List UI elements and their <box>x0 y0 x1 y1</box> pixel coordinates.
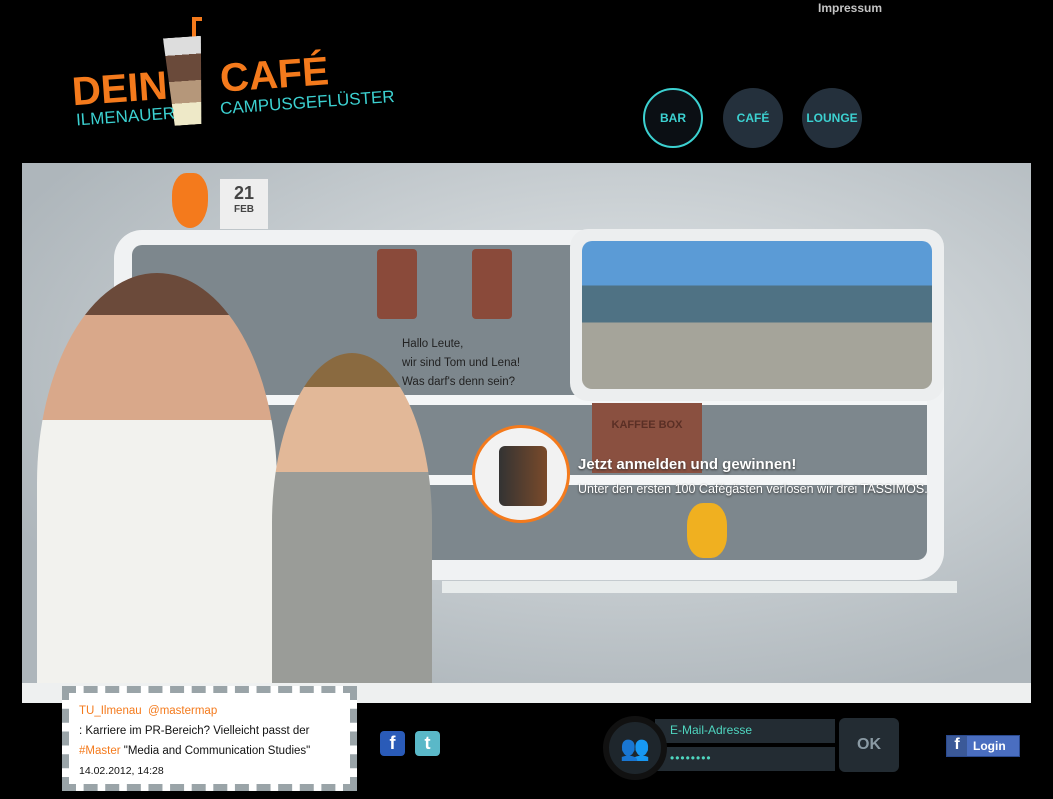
ok-button[interactable]: OK <box>839 718 899 772</box>
coffee-machine-icon <box>499 446 547 506</box>
speaker-icon <box>377 249 417 319</box>
calendar: 21 FEB <box>220 179 268 229</box>
tweet-text: "Media and Communication Studies" <box>120 745 311 757</box>
nav-bar[interactable]: BAR <box>643 88 703 148</box>
tassimo-promo-image[interactable] <box>472 425 570 523</box>
tweet-user[interactable]: TU_Ilmenau <box>79 705 142 717</box>
logo[interactable]: DEIN CAFÉ ILMENAUER CAMPUSGEFLÜSTER <box>70 15 395 130</box>
lucky-cat-icon <box>687 503 727 558</box>
facebook-login-label: Login <box>973 739 1006 753</box>
speech-text: Hallo Leute, wir sind Tom und Lena! Was … <box>402 335 520 392</box>
cactus-pot-icon <box>172 173 208 228</box>
person-lena <box>272 353 432 683</box>
email-input[interactable]: E-Mail-Adresse <box>655 719 835 743</box>
tweet-mention[interactable]: @mastermap <box>148 705 217 717</box>
campus-photo[interactable] <box>570 229 944 401</box>
cafe-scene: 21 FEB Hallo Leute, wir sind Tom und Len… <box>22 163 1031 683</box>
counter-plank <box>442 581 957 593</box>
person-tom <box>37 273 277 683</box>
promo-subtitle: Unter den ersten 100 Cafégästen verlosen… <box>578 482 928 496</box>
speech-line: wir sind Tom und Lena! <box>402 357 521 369</box>
speech-line: Hallo Leute, <box>402 338 464 350</box>
tweet-card: TU_Ilmenau @mastermap : Karriere im PR-B… <box>62 686 357 791</box>
user-icon: 👥 <box>603 716 667 780</box>
calendar-day: 21 <box>233 183 255 203</box>
nav-lounge[interactable]: LOUNGE <box>802 88 862 148</box>
promo-title: Jetzt anmelden und gewinnen! <box>578 456 797 473</box>
login-form: E-Mail-Adresse •••••••• 👥 OK <box>603 716 899 780</box>
tweet-text: : Karriere im PR-Bereich? Vielleicht pas… <box>79 725 310 737</box>
nav-cafe[interactable]: CAFÉ <box>723 88 783 148</box>
speech-line: Was darf's denn sein? <box>402 376 515 388</box>
speaker-icon <box>472 249 512 319</box>
password-input[interactable]: •••••••• <box>655 747 835 771</box>
impressum-link[interactable]: Impressum <box>818 1 882 15</box>
facebook-icon: f <box>947 736 967 756</box>
tweet-hashtag[interactable]: #Master <box>79 745 121 757</box>
twitter-icon[interactable]: t <box>415 731 440 756</box>
tweet-date: 14.02.2012, 14:28 <box>79 765 164 777</box>
facebook-icon[interactable]: f <box>380 731 405 756</box>
calendar-month: FEB <box>234 204 254 215</box>
facebook-login-button[interactable]: f Login <box>946 735 1020 757</box>
